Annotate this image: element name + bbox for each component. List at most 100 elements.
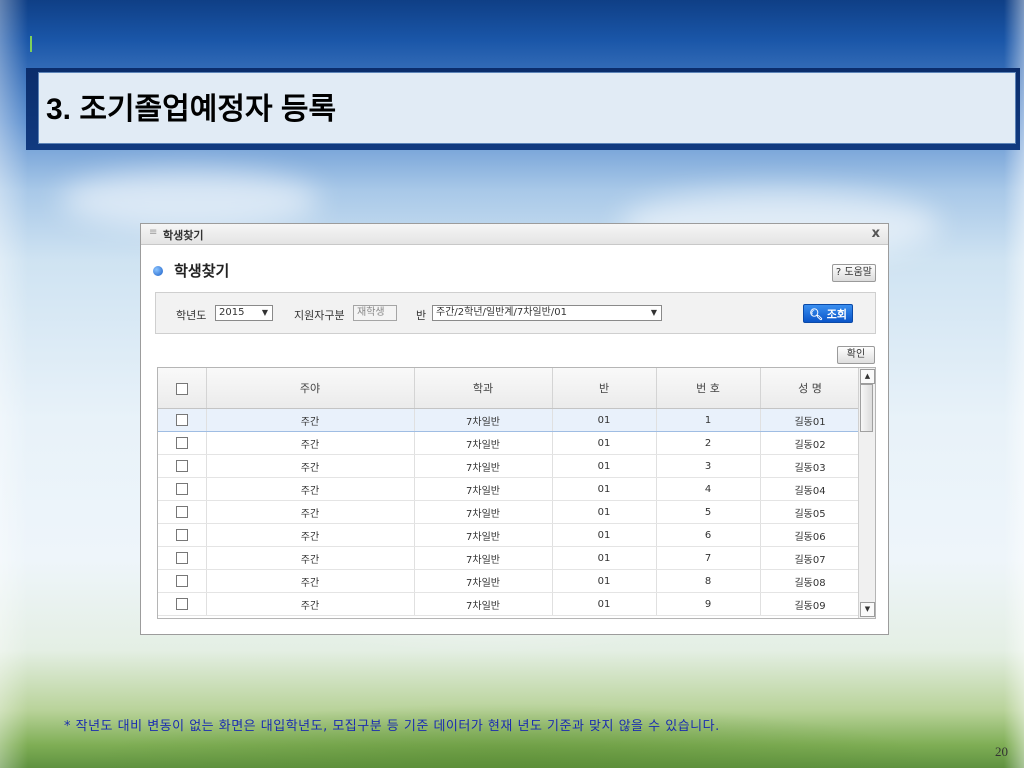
footnote: * 작년도 대비 변동이 없는 화면은 대입학년도, 모집구분 등 기준 데이터… [64,719,720,734]
year-select-value: 2015 [219,307,245,318]
cell-name: 길동07 [760,546,861,570]
popup-heading: 학생찾기 [153,260,229,281]
grid-scrollbar[interactable]: ▲ ▼ [858,368,875,618]
table-row[interactable]: 주간 7차일반 01 9 길동09 [158,592,861,616]
student-search-popup: ≡ 학생찾기 x 학생찾기 ? 도움말 학년도 2015 ▼ 지원자구분 재학생… [140,223,889,635]
cell-number: 2 [656,431,761,455]
popup-heading-text: 학생찾기 [174,262,230,280]
cell-daynight: 주간 [206,523,415,547]
table-row[interactable]: 주간 7차일반 01 8 길동08 [158,569,861,593]
category-label: 지원자구분 [294,309,345,322]
row-checkbox-cell[interactable] [158,454,207,478]
scroll-up-arrow-icon[interactable]: ▲ [860,369,875,384]
dropdown-arrow-icon: ▼ [261,308,268,317]
cell-department: 7차일반 [414,431,553,455]
table-row[interactable]: 주간 7차일반 01 3 길동03 [158,454,861,478]
dropdown-arrow-icon: ▼ [650,308,657,317]
search-button[interactable]: 🔍︎ 조회 [803,304,853,323]
cell-name: 길동04 [760,477,861,501]
cell-name: 길동08 [760,569,861,593]
accent-tick [30,36,32,52]
table-header-row: 주야 학과 반 번 호 성 명 [158,368,861,409]
header-name[interactable]: 성 명 [760,368,861,409]
row-checkbox-cell[interactable] [158,569,207,593]
class-select-value: 주간/2학년/일반계/7차일반/01 [436,307,567,318]
cell-class: 01 [552,477,657,501]
cell-name: 길동05 [760,500,861,524]
cell-daynight: 주간 [206,500,415,524]
table-row[interactable]: 주간 7차일반 01 2 길동02 [158,431,861,455]
cell-name: 길동09 [760,592,861,616]
table-row[interactable]: 주간 7차일반 01 7 길동07 [158,546,861,570]
cell-daynight: 주간 [206,431,415,455]
cell-department: 7차일반 [414,569,553,593]
cell-number: 4 [656,477,761,501]
row-checkbox-cell[interactable] [158,500,207,524]
cell-daynight: 주간 [206,546,415,570]
checkbox-icon[interactable] [175,382,188,395]
header-class[interactable]: 반 [552,368,657,409]
cell-daynight: 주간 [206,569,415,593]
grip-icon: ≡ [149,227,158,238]
cell-department: 7차일반 [414,546,553,570]
category-field: 재학생 [353,305,397,321]
cell-class: 01 [552,523,657,547]
cell-number: 1 [656,408,761,432]
class-select[interactable]: 주간/2학년/일반계/7차일반/01 ▼ [432,305,662,321]
cloud-decoration [60,170,320,230]
search-button-label: 조회 [826,308,848,321]
table-row[interactable]: 주간 7차일반 01 6 길동06 [158,523,861,547]
cell-class: 01 [552,454,657,478]
row-checkbox-cell[interactable] [158,592,207,616]
year-label: 학년도 [176,309,207,322]
cell-department: 7차일반 [414,500,553,524]
year-select[interactable]: 2015 ▼ [215,305,273,321]
row-checkbox-cell[interactable] [158,523,207,547]
row-checkbox-cell[interactable] [158,431,207,455]
left-light-bar [0,0,28,768]
row-checkbox[interactable] [175,598,188,610]
student-table: 주야 학과 반 번 호 성 명 주간 7차일반 01 1 길동01 주간 7차일반 01 2 길동… [158,368,861,616]
row-checkbox-cell[interactable] [158,546,207,570]
row-checkbox[interactable] [175,575,188,587]
row-checkbox[interactable] [175,460,188,472]
header-number[interactable]: 번 호 [656,368,761,409]
row-checkbox-cell[interactable] [158,477,207,501]
close-icon[interactable]: x [872,226,880,241]
cell-class: 01 [552,546,657,570]
scroll-down-arrow-icon[interactable]: ▼ [860,602,875,617]
scroll-thumb[interactable] [860,384,873,432]
cell-daynight: 주간 [206,477,415,501]
cell-class: 01 [552,500,657,524]
header-daynight[interactable]: 주야 [206,368,415,409]
cell-name: 길동06 [760,523,861,547]
confirm-button[interactable]: 확인 [837,346,875,364]
cell-daynight: 주간 [206,454,415,478]
row-checkbox[interactable] [175,437,188,449]
row-checkbox[interactable] [175,414,188,426]
cell-name: 길동01 [760,408,861,432]
row-checkbox-cell[interactable] [158,408,207,432]
cell-number: 3 [656,454,761,478]
bullet-icon [153,265,163,276]
page-number: 20 [995,744,1008,759]
header-department[interactable]: 학과 [414,368,553,409]
header-checkbox[interactable] [158,368,207,409]
row-checkbox[interactable] [175,483,188,495]
help-button[interactable]: ? 도움말 [831,264,876,282]
slide-title: 3. 조기졸업예정자 등록 [46,93,337,126]
row-checkbox[interactable] [175,552,188,564]
table-row[interactable]: 주간 7차일반 01 5 길동05 [158,500,861,524]
cell-daynight: 주간 [206,408,415,432]
cell-daynight: 주간 [206,592,415,616]
row-checkbox[interactable] [175,506,188,518]
popup-window-title: 학생찾기 [163,229,204,242]
table-row[interactable]: 주간 7차일반 01 1 길동01 [158,408,861,432]
cell-class: 01 [552,408,657,432]
popup-titlebar[interactable]: ≡ 학생찾기 x [141,224,888,245]
cell-number: 5 [656,500,761,524]
table-row[interactable]: 주간 7차일반 01 4 길동04 [158,477,861,501]
row-checkbox[interactable] [175,529,188,541]
cell-department: 7차일반 [414,477,553,501]
cell-department: 7차일반 [414,454,553,478]
